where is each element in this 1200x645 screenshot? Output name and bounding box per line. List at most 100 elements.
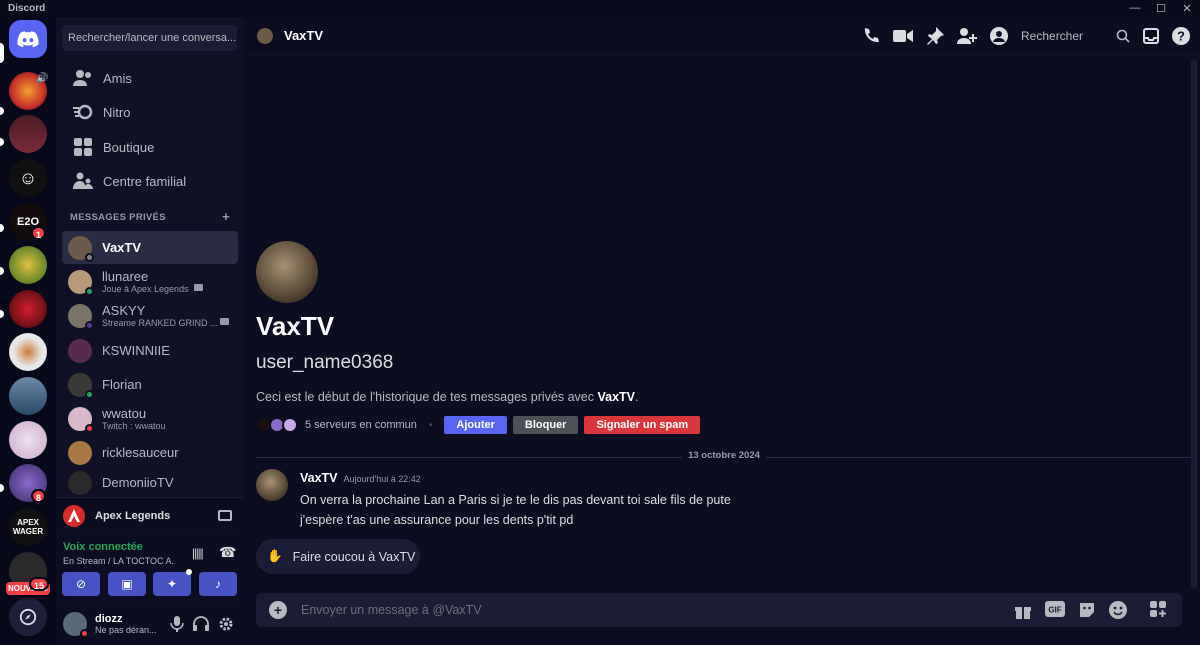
server-icon[interactable] <box>9 377 47 415</box>
nitro-icon <box>72 104 94 120</box>
unread-badge: 1 <box>31 226 47 240</box>
server-icon[interactable] <box>9 333 47 371</box>
avatar <box>68 338 92 363</box>
search-conversation-input[interactable]: Rechercher/lancer une conversa... <box>62 25 237 51</box>
add-friend-button[interactable]: Ajouter <box>444 416 507 434</box>
settings-gear-icon[interactable] <box>218 616 234 632</box>
server-rail: 🔊 ☺ E2O 1 8 APEX WAGER NOUVEAU 15 <box>0 17 56 645</box>
game-activity-panel: Apex Legends <box>56 497 244 533</box>
dm-name: VaxTV <box>102 239 142 255</box>
header-search-input[interactable]: Rechercher <box>1021 29 1103 43</box>
soundboard-button[interactable]: ♪ <box>199 572 237 596</box>
server-icon[interactable]: APEX WAGER <box>9 508 47 546</box>
dm-item[interactable]: llunaree Joue à Apex Legends <box>62 265 238 298</box>
add-friend-to-dm-icon[interactable] <box>957 27 977 45</box>
chat-area: VaxTV Rechercher ? VaxTV user_name0368 C… <box>244 17 1200 645</box>
disconnect-icon[interactable]: ☎ <box>219 544 236 561</box>
search-icon[interactable] <box>1116 29 1130 43</box>
avatar <box>68 269 94 296</box>
avatar[interactable] <box>63 612 89 638</box>
dm-item[interactable]: DemoniioTV <box>62 470 238 496</box>
avatar <box>257 27 273 44</box>
message-input[interactable]: Envoyer un message à @VaxTV <box>301 603 482 617</box>
explore-button[interactable] <box>9 598 47 636</box>
create-dm-icon[interactable]: + <box>222 210 230 223</box>
nav-shop[interactable]: Boutique <box>64 131 236 163</box>
profile-avatar[interactable] <box>256 241 318 303</box>
profile-display-name: VaxTV <box>256 311 335 341</box>
close-icon[interactable]: ✕ <box>1174 2 1200 15</box>
sticker-icon[interactable] <box>1078 601 1096 619</box>
voice-status: Voix connectée <box>63 541 143 553</box>
wave-sticker-icon: ✋ <box>267 549 283 563</box>
server-icon[interactable]: ☺ <box>9 159 47 197</box>
avatar <box>68 406 94 433</box>
message-line: On verra la prochaine Lan a Paris si je … <box>300 493 731 507</box>
dm-header-label: MESSAGES PRIVÉS <box>70 212 166 223</box>
microphone-icon[interactable] <box>170 616 184 632</box>
emoji-icon[interactable] <box>1109 601 1127 619</box>
profile-username: user_name0368 <box>256 352 394 373</box>
activities-button[interactable]: ✦ <box>153 572 191 596</box>
voice-channel[interactable]: En Stream / LA TOCTOC A... <box>63 556 175 566</box>
home-button[interactable] <box>9 20 47 58</box>
help-icon[interactable]: ? <box>1172 27 1190 45</box>
soundboard-icon: ♪ <box>215 577 221 591</box>
dm-item[interactable]: wwatou Twitch : wwatou <box>62 402 238 435</box>
message-author[interactable]: VaxTV <box>300 471 338 485</box>
voice-call-icon[interactable] <box>862 27 880 45</box>
message-timestamp: Aujourd'hui à 22:42 <box>343 474 421 484</box>
dm-item[interactable]: ricklesauceur <box>62 436 238 469</box>
dm-name: llunaree <box>102 268 149 284</box>
inbox-icon[interactable] <box>1143 28 1159 44</box>
report-spam-button[interactable]: Signaler un spam <box>584 416 701 434</box>
screen-share-button[interactable]: ▣ <box>108 572 146 596</box>
avatar[interactable] <box>256 469 288 501</box>
camera-off-icon: ⊘ <box>75 577 87 591</box>
user-status: Ne pas déran... <box>95 625 157 635</box>
avatar <box>68 372 94 399</box>
headphones-icon[interactable] <box>193 616 209 632</box>
svg-text:?: ? <box>1177 29 1185 44</box>
noise-suppression-icon[interactable]: ||||| <box>192 546 204 560</box>
app-title: Discord <box>8 3 46 14</box>
video-call-icon[interactable] <box>893 28 913 44</box>
maximize-icon[interactable]: ☐ <box>1148 2 1174 15</box>
dm-item[interactable]: VaxTV <box>62 231 238 264</box>
server-icon[interactable] <box>9 246 47 284</box>
server-icon[interactable] <box>9 290 47 328</box>
dm-activity: Twitch : wwatou <box>102 420 166 431</box>
camera-off-button[interactable]: ⊘ <box>62 572 100 596</box>
svg-text:GIF: GIF <box>1048 606 1061 615</box>
nav-family-center[interactable]: Centre familial <box>64 165 236 197</box>
apps-icon[interactable] <box>1150 601 1170 619</box>
wave-button[interactable]: ✋ Faire coucou à VaxTV <box>256 539 420 574</box>
dm-item[interactable]: KSWINNIIE <box>62 334 238 367</box>
dm-item[interactable]: Florian <box>62 368 238 401</box>
server-icon[interactable] <box>9 115 47 153</box>
dm-name: ASKYY <box>102 302 146 318</box>
scrollbar[interactable] <box>1191 59 1197 589</box>
family-icon <box>72 172 94 190</box>
dm-item[interactable]: ASKYY Streame RANKED GRIND ... <box>62 299 238 332</box>
wave-label: Faire coucou à VaxTV <box>292 549 416 564</box>
minimize-icon[interactable]: — <box>1122 2 1148 15</box>
add-attachment-icon[interactable]: + <box>269 601 287 619</box>
nav-friends[interactable]: Amis <box>64 62 236 94</box>
user-profile-icon[interactable] <box>990 27 1008 45</box>
intro-description: Ceci est le début de l'historique de tes… <box>256 390 639 404</box>
mutual-server-icon <box>282 417 298 433</box>
dm-activity: Streame RANKED GRIND ... <box>102 317 218 328</box>
pin-icon[interactable] <box>926 27 944 45</box>
server-icon[interactable] <box>9 421 47 459</box>
block-button[interactable]: Bloquer <box>512 416 579 434</box>
gift-icon[interactable] <box>1014 601 1032 619</box>
avatar <box>68 440 92 465</box>
chat-header: VaxTV Rechercher ? <box>244 17 1200 55</box>
mutual-servers-link[interactable]: 5 serveurs en commun <box>305 419 417 431</box>
dm-name: ricklesauceur <box>102 444 179 460</box>
nav-nitro[interactable]: Nitro <box>64 96 236 128</box>
message-composer[interactable]: + Envoyer un message à @VaxTV GIF <box>256 593 1182 627</box>
gif-icon[interactable]: GIF <box>1045 601 1065 617</box>
stream-screen-icon[interactable] <box>218 510 232 521</box>
